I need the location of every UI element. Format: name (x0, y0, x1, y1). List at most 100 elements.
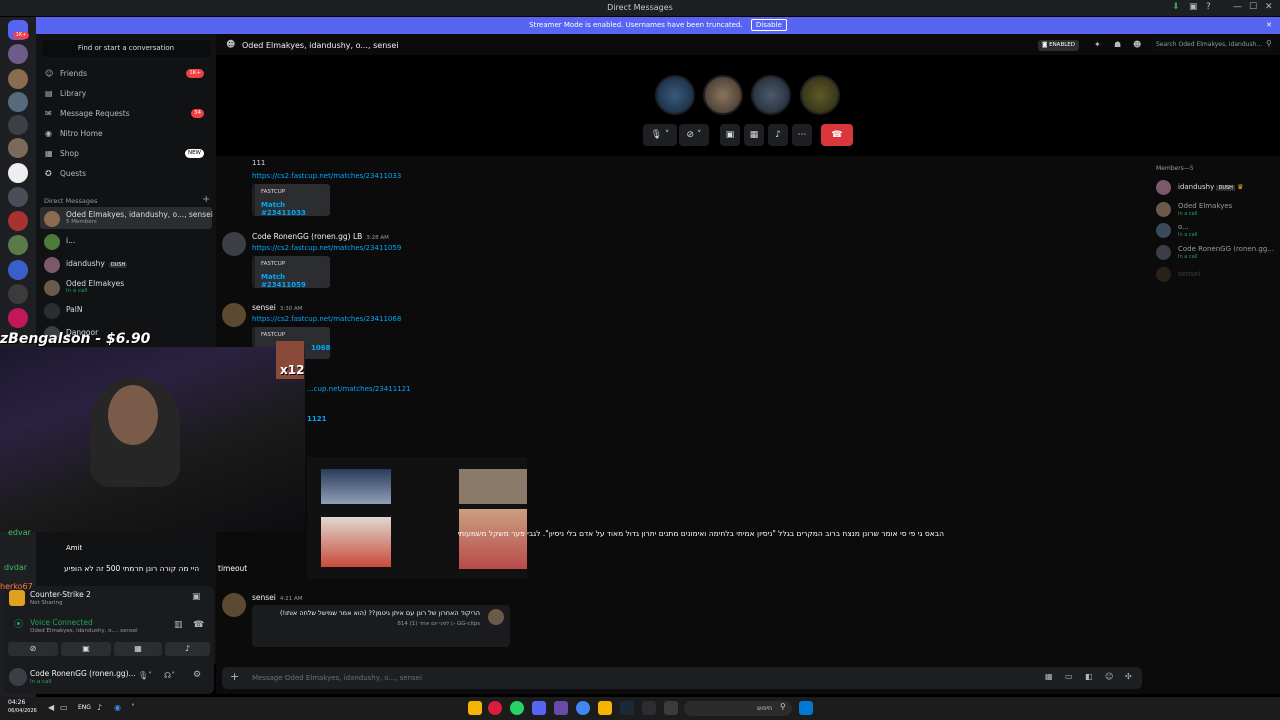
create-dm-icon[interactable]: + (202, 194, 210, 205)
disconnect-icon[interactable]: ☎ (193, 620, 204, 630)
server-icon[interactable] (8, 138, 28, 158)
search-input[interactable]: Search Oded Elmakyes, idandush... (1152, 37, 1274, 53)
participant-avatar[interactable] (703, 75, 743, 115)
soundboard-button[interactable]: ♪ (768, 124, 788, 146)
gif-icon[interactable]: ▭ (1065, 672, 1073, 681)
avatar[interactable] (9, 668, 27, 686)
chrome-icon[interactable] (576, 701, 590, 715)
member-item[interactable]: Code RonenGG (ronen.gg... In a call (1156, 243, 1280, 261)
app-icon[interactable] (664, 701, 678, 715)
member-item[interactable]: o... In a call (1156, 221, 1280, 239)
member-item[interactable]: sensei (1156, 265, 1280, 283)
emoji-icon[interactable]: ☺ (1105, 672, 1113, 681)
sticker-icon[interactable]: ◧ (1085, 672, 1093, 681)
dm-item[interactable]: idandushy DUSH (40, 253, 212, 275)
microphone-icon[interactable]: 🎙˅ (138, 671, 152, 680)
inbox-icon[interactable]: ▣ (1189, 2, 1198, 12)
screen-share-button[interactable]: ▣ (61, 642, 111, 656)
server-icon[interactable] (8, 69, 28, 89)
embed-title[interactable]: הריקוד האחרון של רונן עם איתן גיטמן?? (ה… (280, 609, 480, 617)
nav-message-requests[interactable]: ✉ Message Requests 34 (42, 105, 210, 122)
discord-icon[interactable] (532, 701, 546, 715)
server-icon[interactable] (8, 44, 28, 64)
voice-status[interactable]: Voice Connected (30, 618, 93, 627)
server-icon[interactable] (8, 235, 28, 255)
tray-chevron-icon[interactable]: ˄ (131, 703, 135, 712)
activities-button[interactable]: ▦ (114, 642, 162, 656)
author-name[interactable]: sensei (252, 593, 276, 602)
close-button[interactable]: ✕ (1265, 2, 1273, 12)
file-explorer-icon[interactable] (468, 701, 482, 715)
author-name[interactable]: Code RonenGG (ronen.gg) LB (252, 232, 362, 241)
app-icon[interactable] (554, 701, 568, 715)
soundboard-button[interactable]: ♪ (165, 642, 210, 656)
steam-icon[interactable] (620, 701, 634, 715)
maximize-button[interactable]: ☐ (1249, 2, 1257, 12)
message-link[interactable]: https://cs2.fastcup.net/matches/23411068 (252, 315, 401, 323)
server-icon[interactable] (8, 284, 28, 304)
settings-gear-icon[interactable]: ⚙ (193, 670, 201, 680)
participant-avatar[interactable] (800, 75, 840, 115)
message-link[interactable]: https://cs2.fastcup.net/matches/23411033 (252, 172, 401, 180)
noise-suppression-icon[interactable]: ▥ (174, 620, 183, 630)
server-icon[interactable] (8, 92, 28, 112)
participant-avatar[interactable] (655, 75, 695, 115)
participant-avatar[interactable] (751, 75, 791, 115)
nav-library[interactable]: ▤ Library (42, 85, 210, 102)
message-link[interactable]: ...cup.net/matches/23411121 (307, 385, 411, 393)
app-icon[interactable] (488, 701, 502, 715)
message-input[interactable]: Message Oded Elmakyes, idandushy, o..., … (252, 674, 422, 682)
server-icon[interactable] (8, 211, 28, 231)
member-item[interactable]: idandushy DUSH ♛ (1156, 178, 1280, 196)
nav-nitro-home[interactable]: ◉ Nitro Home (42, 125, 210, 142)
clock-time[interactable]: 04:26 (8, 699, 25, 706)
find-conversation-button[interactable]: Find or start a conversation (42, 40, 210, 57)
avatar[interactable] (222, 303, 246, 327)
dm-item[interactable]: i... (40, 230, 212, 252)
members-icon[interactable]: ☻ (1133, 40, 1141, 49)
camera-button[interactable]: ⊘ (8, 642, 58, 656)
add-attachment-icon[interactable]: + (230, 670, 239, 683)
screen-share-button[interactable]: ▣ (720, 124, 740, 146)
server-icon[interactable] (8, 308, 28, 328)
headphones-icon[interactable]: ☊˅ (164, 671, 175, 680)
dm-item[interactable]: Oded Elmakyes, idandushy, o..., sensei 5… (40, 207, 213, 229)
gift-icon[interactable]: ▦ (1045, 672, 1053, 681)
nav-quests[interactable]: ✪ Quests (42, 165, 210, 182)
voice-channel[interactable]: Oded Elmakyes, idandushy, o..., sensei (30, 628, 138, 634)
volume-icon[interactable]: ◀ (48, 703, 54, 712)
server-icon[interactable] (8, 260, 28, 280)
disable-streamer-mode-button[interactable]: Disable (750, 19, 787, 31)
author-name[interactable]: sensei (252, 303, 276, 312)
avatar[interactable] (222, 593, 246, 617)
server-icon[interactable] (8, 163, 28, 183)
start-icon[interactable] (799, 701, 813, 715)
app-icon[interactable] (642, 701, 656, 715)
embed-title[interactable]: Match #23411059 (261, 273, 330, 289)
minimize-button[interactable]: — (1233, 2, 1242, 12)
dm-item[interactable]: PalN (40, 299, 212, 321)
help-icon[interactable]: ? (1206, 2, 1211, 12)
tray-app-icon[interactable]: ◉ (114, 703, 121, 712)
add-friends-icon[interactable]: ☗ (1114, 40, 1121, 49)
embed-title[interactable]: 1068 (311, 344, 330, 352)
disconnect-button[interactable]: ☎ (821, 124, 853, 146)
clock-date[interactable]: 06/04/2026 (8, 708, 37, 714)
avatar[interactable] (222, 232, 246, 256)
apps-icon[interactable]: ✣ (1125, 672, 1132, 681)
folder-icon[interactable] (598, 701, 612, 715)
nav-friends[interactable]: ☺ Friends 1K+ (42, 65, 210, 82)
nav-shop[interactable]: ▦ Shop NEW (42, 145, 210, 162)
close-icon[interactable]: ✕ (1266, 17, 1272, 34)
share-screen-icon[interactable]: ▣ (192, 592, 201, 602)
server-icon[interactable] (8, 187, 28, 207)
pin-icon[interactable]: ✦ (1094, 40, 1101, 49)
message-link[interactable]: https://cs2.fastcup.net/matches/23411059 (252, 244, 401, 252)
whatsapp-icon[interactable] (510, 701, 524, 715)
mute-button[interactable]: 🎙 ˅ (643, 124, 677, 146)
server-icon[interactable] (8, 115, 28, 135)
language-indicator[interactable]: ENG (78, 704, 91, 711)
dm-item[interactable]: Oded Elmakyes In a call (40, 276, 212, 298)
camera-button[interactable]: ⊘ ˅ (679, 124, 709, 146)
taskbar-search[interactable]: חיפוש (684, 701, 792, 716)
